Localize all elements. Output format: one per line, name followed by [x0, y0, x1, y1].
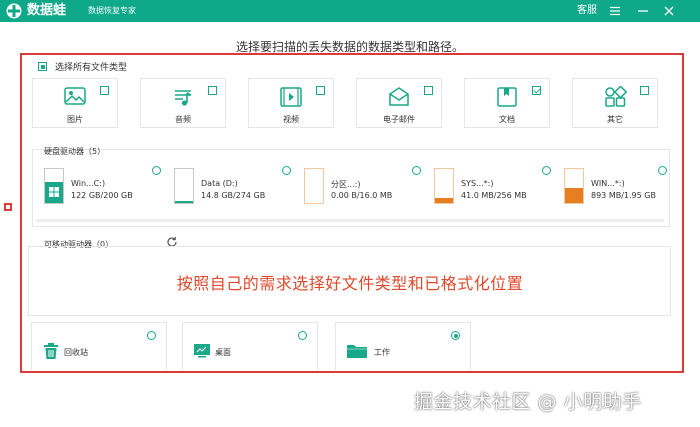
watermark: 掘金技术社区 @ 小明助手: [414, 391, 642, 413]
app-name: 数据蛙: [27, 3, 67, 18]
app-subtitle: 数据恢复专家: [88, 6, 136, 15]
app-logo-icon: [6, 3, 22, 19]
menu-icon[interactable]: [608, 4, 622, 18]
minimize-icon[interactable]: [636, 4, 650, 18]
title-bar: 数据蛙 数据恢复专家 客服: [0, 0, 700, 22]
customer-service-link[interactable]: 客服: [577, 3, 597, 19]
close-icon[interactable]: [662, 4, 676, 18]
highlight-frame: [20, 53, 684, 373]
side-marker: [4, 203, 12, 211]
